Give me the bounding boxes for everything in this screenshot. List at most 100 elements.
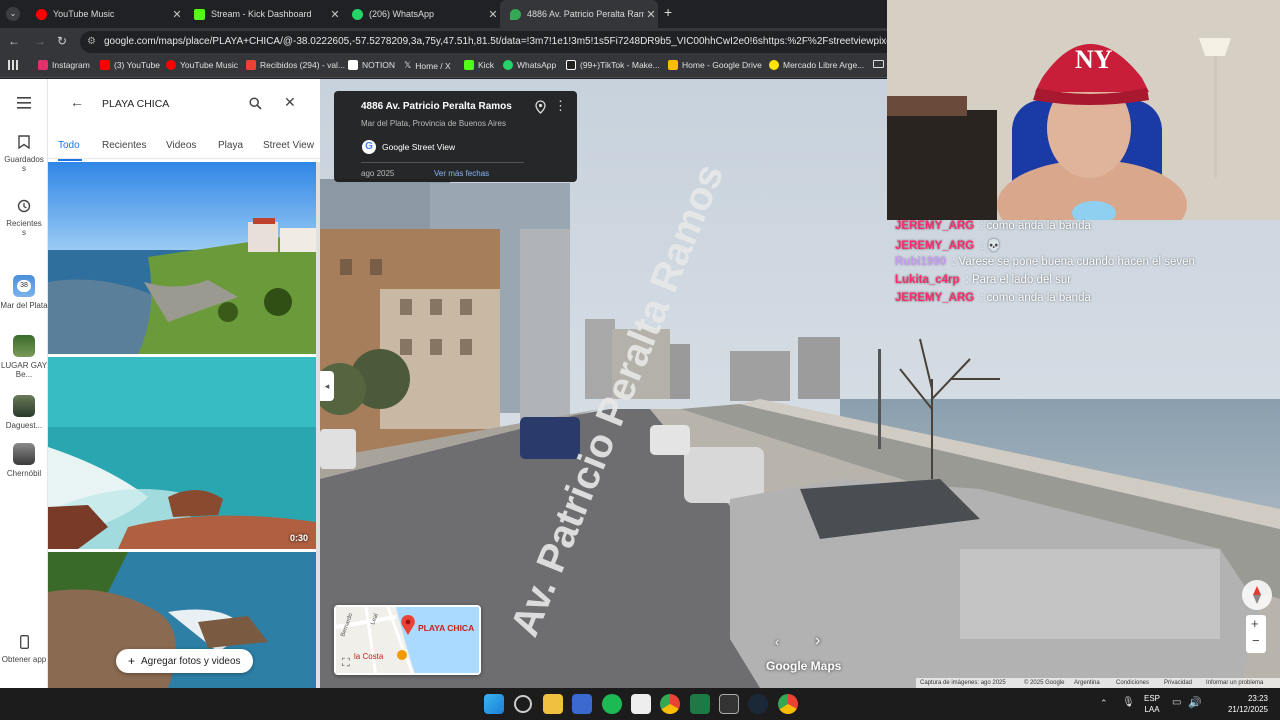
bookmark-kick[interactable]: Kick [464,60,494,70]
back-arrow-icon[interactable]: ← [70,94,84,110]
rail-place-daguest[interactable]: Daguest... [0,395,48,430]
close-icon[interactable]: ✕ [644,8,658,21]
search-icon[interactable] [249,97,262,110]
clock-time: 23:23 [1247,694,1268,703]
bookmark-instagram[interactable]: Instagram [38,60,90,70]
chat-message: JEREMY_ARG: como anda la banda [895,220,1091,232]
close-icon[interactable]: ✕ [170,8,184,21]
footer-privacy-link[interactable]: Privacidad [1164,680,1192,686]
expand-icon[interactable]: ⛶ [342,657,350,670]
rail-place-mar-del-plata[interactable]: 38 Mar del Plata [0,275,48,310]
instagram-icon [38,60,48,70]
footer-country[interactable]: Argentina [1074,680,1100,686]
bookmark-gmail[interactable]: Recibidos (294) - val... [246,60,345,70]
apps-grid-icon[interactable] [8,60,18,70]
zoom-out-button[interactable]: − [1252,633,1260,648]
chrome-active-icon[interactable] [778,694,798,714]
location-pin-icon[interactable] [535,100,546,114]
mercado-libre-icon [769,60,779,70]
input-language[interactable]: ESP LAA [1144,693,1160,715]
rail-get-app[interactable]: Obtener app [0,635,48,664]
bookmark-mercado-libre[interactable]: Mercado Libre Arge... [769,60,864,70]
mini-map[interactable]: Bernardo Leal la Costa PLAYA CHICA ⛶ [334,605,481,675]
bookmark-label: Home / X [415,60,451,71]
tab-street-view[interactable]: Street View [263,140,314,151]
bookmark-youtube[interactable]: (3) YouTube [100,60,160,70]
folder-icon[interactable] [873,60,884,68]
rail-saved[interactable]: Guardados s [0,135,48,173]
spotify-icon[interactable] [602,694,622,714]
google-maps-logo: Google Maps [766,659,842,673]
new-tab-button[interactable]: + [664,4,672,20]
google-drive-icon [668,60,678,70]
video-waves[interactable]: 0:30 [48,357,316,549]
tab-whatsapp[interactable]: (206) WhatsApp ✕ [342,0,500,28]
forward-arrow-icon[interactable]: → [32,34,48,48]
compass-icon[interactable] [1242,580,1272,610]
rail-label: Guardados [4,155,44,164]
zoom-in-button[interactable]: + [1251,616,1259,631]
address-bar[interactable]: ⚙ google.com/maps/place/PLAYA+CHICA/@-38… [80,31,887,53]
browser-toolbar: ← → ↻ ⚙ google.com/maps/place/PLAYA+CHIC… [0,28,887,56]
tab-youtube-music[interactable]: YouTube Music ✕ [26,0,184,28]
menu-icon[interactable] [0,97,48,111]
obs-icon[interactable] [514,695,532,713]
more-options-icon[interactable]: ⋮ [554,98,567,114]
bookmark-tiktok[interactable]: (99+)TikTok - Make... [566,60,660,70]
windows-start-icon[interactable] [484,694,504,714]
map-footer: Captura de imágenes: ago 2025 © 2025 Goo… [916,678,1280,688]
prev-arrow-icon[interactable]: ‹ [775,635,779,649]
bookmark-google-drive[interactable]: Home - Google Drive [668,60,762,70]
bookmark-notion[interactable]: NOTION [348,60,395,70]
lang-layout: LAA [1144,705,1160,714]
bookmark-label: (3) YouTube [114,60,160,70]
search-input[interactable]: PLAYA CHICA [102,98,169,110]
badge: 38 [17,280,31,292]
microphone-icon[interactable]: 🎙 [1122,697,1135,708]
photo-coastline[interactable] [48,162,316,354]
tab-kick-dashboard[interactable]: Stream - Kick Dashboard ✕ [184,0,342,28]
tab-recientes[interactable]: Recientes [102,140,146,151]
excel-icon[interactable] [690,694,710,714]
rail-place-chernobil[interactable]: Chernóbil [0,443,48,478]
add-photos-button[interactable]: + Agregar fotos y videos [116,649,253,673]
rail-place-lugar[interactable]: LUGAR GAY Be... [0,335,48,379]
chrome-icon[interactable] [660,694,680,714]
active-tab-indicator [58,159,82,161]
footer-terms-link[interactable]: Condiciones [1116,680,1149,686]
cap-logo-text: NY [1075,45,1113,74]
tab-google-maps[interactable]: 4886 Av. Patricio Peralta Ramos ✕ [500,0,658,28]
bookmark-youtube-music[interactable]: YouTube Music [166,60,238,70]
close-icon[interactable]: ✕ [328,8,342,21]
volume-icon[interactable]: 🔊 [1188,696,1202,709]
tab-search-button[interactable]: ⌄ [6,7,20,21]
footer-report-link[interactable]: Informar un problema [1206,680,1263,686]
site-info-icon[interactable]: ⚙ [87,31,96,53]
search-box[interactable]: ← PLAYA CHICA ✕ [58,89,310,119]
tab-todo[interactable]: Todo [58,140,80,151]
tab-videos[interactable]: Videos [166,140,196,151]
url-text: google.com/maps/place/PLAYA+CHICA/@-38.0… [104,36,887,47]
store-icon[interactable] [572,694,592,714]
collapse-panel-button[interactable]: ◂ [320,371,334,401]
reload-icon[interactable]: ↻ [54,34,70,48]
steam-icon[interactable] [748,694,768,714]
rail-recent[interactable]: Recientes s [0,199,48,237]
network-icon[interactable]: ▭ [1172,697,1181,708]
epic-games-icon[interactable] [719,694,739,714]
next-arrow-icon[interactable]: › [815,632,820,650]
back-arrow-icon[interactable]: ← [6,34,22,48]
rail-label: Daguest... [5,421,43,430]
bookmark-x[interactable]: 𝕏 Home / X [404,60,451,71]
more-dates-link[interactable]: Ver más fechas [434,169,489,178]
close-icon[interactable]: ✕ [284,94,296,111]
chat-username: JEREMY_ARG [895,220,975,232]
close-icon[interactable]: ✕ [486,8,500,21]
file-explorer-icon[interactable] [543,694,563,714]
system-clock[interactable]: 23:23 21/12/2025 [1228,693,1268,715]
bookmark-whatsapp[interactable]: WhatsApp [503,60,556,70]
tray-chevron-icon[interactable]: ⌃ [1100,698,1108,709]
tab-playa[interactable]: Playa [218,140,243,151]
app-icon[interactable] [631,694,651,714]
place-thumbnail: 38 [13,275,35,297]
